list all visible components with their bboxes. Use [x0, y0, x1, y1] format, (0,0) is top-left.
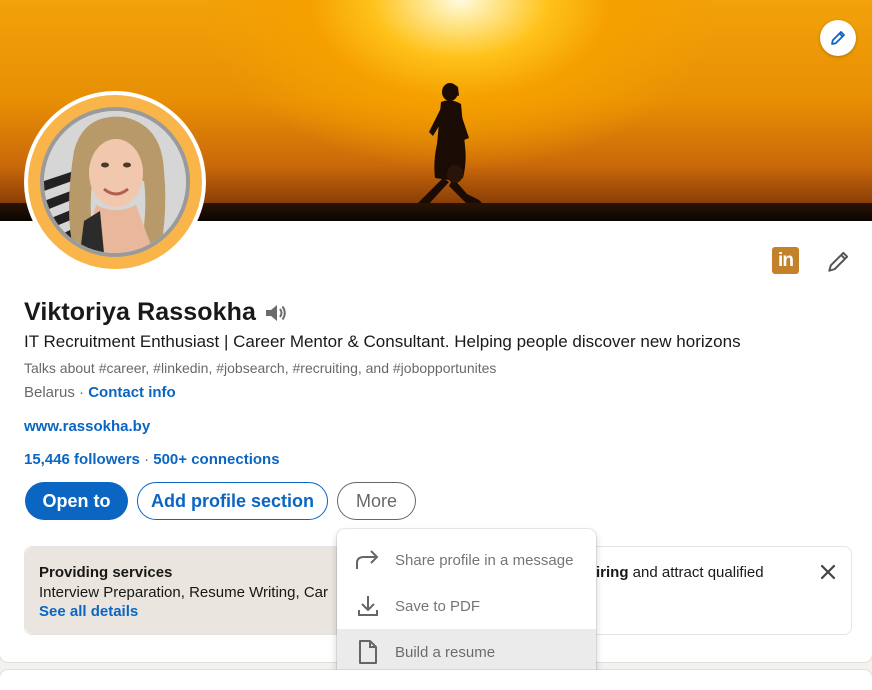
menu-item-share-profile[interactable]: Share profile in a message: [337, 537, 596, 583]
location-text: Belarus: [24, 384, 75, 401]
profile-headline: IT Recruitment Enthusiast | Career Mento…: [24, 332, 741, 351]
followers-link[interactable]: 15,446 followers: [24, 451, 140, 468]
pencil-icon: [828, 251, 849, 272]
see-all-details-link[interactable]: See all details: [39, 603, 138, 620]
document-icon: [355, 639, 381, 665]
services-list: Interview Preparation, Resume Writing, C…: [39, 584, 328, 601]
avatar-photo: [40, 107, 190, 257]
profile-name-text: Viktoriya Rassokha: [24, 298, 257, 326]
linkedin-logo-text: in: [778, 249, 794, 271]
hiring-promo-rest: and attract qualified: [628, 564, 764, 581]
location-line: Belarus · Contact info: [24, 384, 176, 401]
menu-item-label: Share profile in a message: [395, 551, 574, 569]
speaker-icon[interactable]: [264, 302, 288, 324]
more-dropdown-menu: Share profile in a message Save to PDF B…: [337, 529, 596, 675]
pencil-icon: [831, 31, 845, 45]
edit-banner-button[interactable]: [820, 20, 856, 56]
download-icon: [355, 593, 381, 619]
hiring-promo-bold: iring: [596, 564, 629, 581]
menu-item-save-pdf[interactable]: Save to PDF: [337, 583, 596, 629]
profile-avatar[interactable]: [24, 91, 206, 273]
location-separator: ·: [74, 384, 89, 401]
share-arrow-icon: [355, 547, 381, 573]
more-button[interactable]: More: [337, 482, 416, 520]
providing-services-panel: Providing services Interview Preparation…: [25, 547, 337, 634]
website-link[interactable]: www.rassokha.by: [24, 418, 150, 435]
linkedin-logo-icon[interactable]: in: [772, 247, 799, 274]
open-to-button[interactable]: Open to: [25, 482, 128, 520]
profile-name: Viktoriya Rassokha: [24, 298, 288, 327]
network-separator: ·: [139, 451, 154, 468]
person-portrait: [44, 111, 186, 253]
edit-intro-button[interactable]: [822, 244, 856, 278]
add-profile-section-button[interactable]: Add profile section: [137, 482, 328, 520]
menu-item-label: Build a resume: [395, 643, 496, 661]
avatar-ring: [28, 95, 202, 269]
next-section-card: [0, 670, 872, 690]
talks-about: Talks about #career, #linkedin, #jobsear…: [24, 360, 497, 376]
contact-info-link[interactable]: Contact info: [88, 384, 176, 401]
hiring-promo-text: iring and attract qualified: [596, 564, 764, 581]
network-line: 15,446 followers · 500+ connections: [24, 451, 280, 468]
close-icon: [820, 564, 836, 580]
close-card-button[interactable]: [815, 559, 841, 585]
connections-link[interactable]: 500+ connections: [153, 451, 279, 468]
walking-man-silhouette: [415, 83, 485, 206]
menu-item-label: Save to PDF: [395, 597, 481, 615]
profile-card: in Viktoriya Rassokha IT Recruitment Ent…: [0, 0, 872, 675]
menu-item-build-resume[interactable]: Build a resume: [337, 629, 596, 675]
services-title: Providing services: [39, 564, 173, 581]
